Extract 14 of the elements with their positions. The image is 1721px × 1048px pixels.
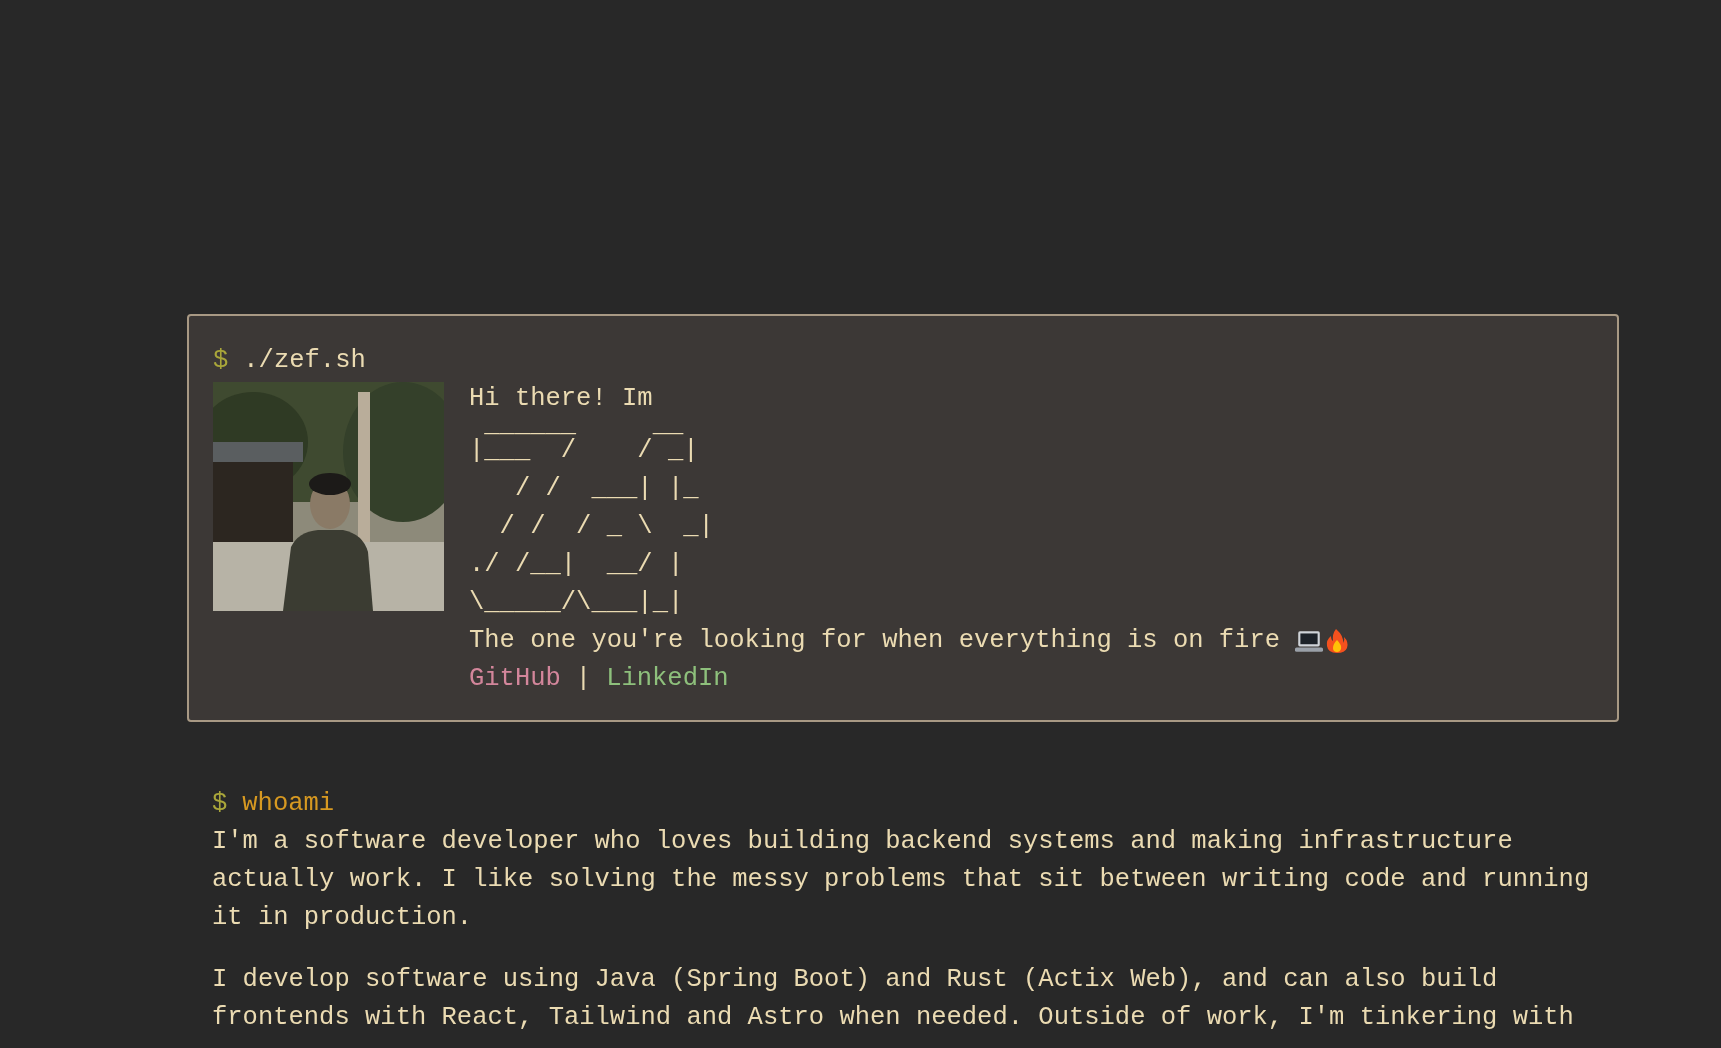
link-separator: |	[575, 663, 592, 695]
command-text: ./zef.sh	[243, 345, 366, 377]
paragraph-text: I develop software using Java (Spring Boot) and Rust (Actix Web), and can also build frontends with React, Tailwind and Astro when needed. Outside of work, I'm tinkering with	[212, 964, 1575, 1034]
laptop-icon	[1295, 628, 1324, 654]
tagline-text: The one you're looking for when everything is on fire	[469, 625, 1281, 657]
ascii-art-logo: ______ __ |___ / / _| / / ___| |_ / / / _ \ _| ./ /__| __/ | \_____/\___|_|	[469, 418, 714, 619]
greeting-text: Hi there! Im	[469, 383, 654, 415]
profile-link[interactable]: LinkedIn	[606, 660, 729, 698]
fire-icon	[1325, 628, 1350, 654]
prompt-symbol: $	[213, 345, 229, 377]
paragraph-text: I'm a software developer who loves building backend systems and making infrastructure actually work. I like solving the messy problems that sit between writing code and running it in production.	[212, 826, 1591, 934]
profile-link[interactable]: GitHub	[469, 660, 561, 698]
command-text: whoami	[242, 788, 335, 820]
prompt-symbol: $	[212, 788, 228, 820]
